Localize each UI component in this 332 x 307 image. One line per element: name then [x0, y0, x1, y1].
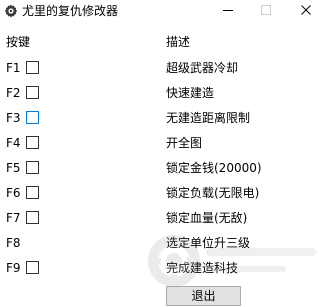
cheat-description: 锁定负载(无限电)	[166, 186, 260, 200]
hotkey-label: F5	[6, 161, 21, 175]
gear-icon	[3, 3, 19, 19]
cheat-checkbox[interactable]	[26, 261, 39, 274]
cheat-checkbox[interactable]	[26, 136, 39, 149]
cheat-description: 快速建造	[166, 86, 215, 100]
cheat-row-f2: F2 快速建造	[0, 83, 332, 103]
hotkey-label: F4	[6, 136, 21, 150]
cheat-row-f4: F4 开全图	[0, 133, 332, 153]
exit-button[interactable]: 退出	[166, 286, 241, 306]
minimize-button[interactable]	[213, 0, 243, 20]
cheat-row-f1: F1 超级武器冷却	[0, 58, 332, 78]
cheat-checkbox[interactable]	[26, 61, 39, 74]
hotkey-label: F7	[6, 211, 21, 225]
hotkey-label: F8	[6, 236, 21, 250]
hotkey-label: F6	[6, 186, 21, 200]
cheat-row-f8: F8 选定单位升三级	[0, 233, 332, 253]
close-icon	[301, 5, 311, 15]
maximize-button[interactable]	[251, 0, 281, 20]
hotkey-label: F9	[6, 261, 21, 275]
cheat-row-f5: F5 锁定金钱(20000)	[0, 158, 332, 178]
trainer-window: 尤里的复仇修改器 按键 描述 F1 超级武器冷却 F2 快速建造 F3 无建造距…	[0, 0, 332, 307]
cheat-checkbox[interactable]	[26, 111, 39, 124]
cheat-checkbox[interactable]	[26, 161, 39, 174]
cheat-row-f3: F3 无建造距离限制	[0, 108, 332, 128]
minimize-icon	[223, 10, 233, 11]
cheat-row-f9: F9 完成建造科技	[0, 258, 332, 278]
cheat-checkbox[interactable]	[26, 211, 39, 224]
cheat-description: 开全图	[166, 136, 203, 150]
cheat-description: 选定单位升三级	[166, 236, 251, 250]
hotkey-column-header: 按键	[6, 35, 31, 49]
cheat-description: 无建造距离限制	[166, 111, 251, 125]
cheat-checkbox[interactable]	[26, 186, 39, 199]
cheat-description: 锁定金钱(20000)	[166, 161, 262, 175]
cheat-row-f7: F7 锁定血量(无敌)	[0, 208, 332, 228]
cheat-checkbox[interactable]	[26, 86, 39, 99]
maximize-icon	[261, 5, 271, 15]
description-column-header: 描述	[166, 35, 191, 49]
cheat-row-f6: F6 锁定负载(无限电)	[0, 183, 332, 203]
cheat-description: 锁定血量(无敌)	[166, 211, 248, 225]
cheat-description: 超级武器冷却	[166, 61, 239, 75]
window-title: 尤里的复仇修改器	[22, 4, 119, 18]
hotkey-label: F1	[6, 61, 21, 75]
cheat-description: 完成建造科技	[166, 261, 239, 275]
hotkey-label: F3	[6, 111, 21, 125]
hotkey-label: F2	[6, 86, 21, 100]
title-bar[interactable]: 尤里的复仇修改器	[0, 0, 332, 22]
close-button[interactable]	[291, 0, 321, 20]
